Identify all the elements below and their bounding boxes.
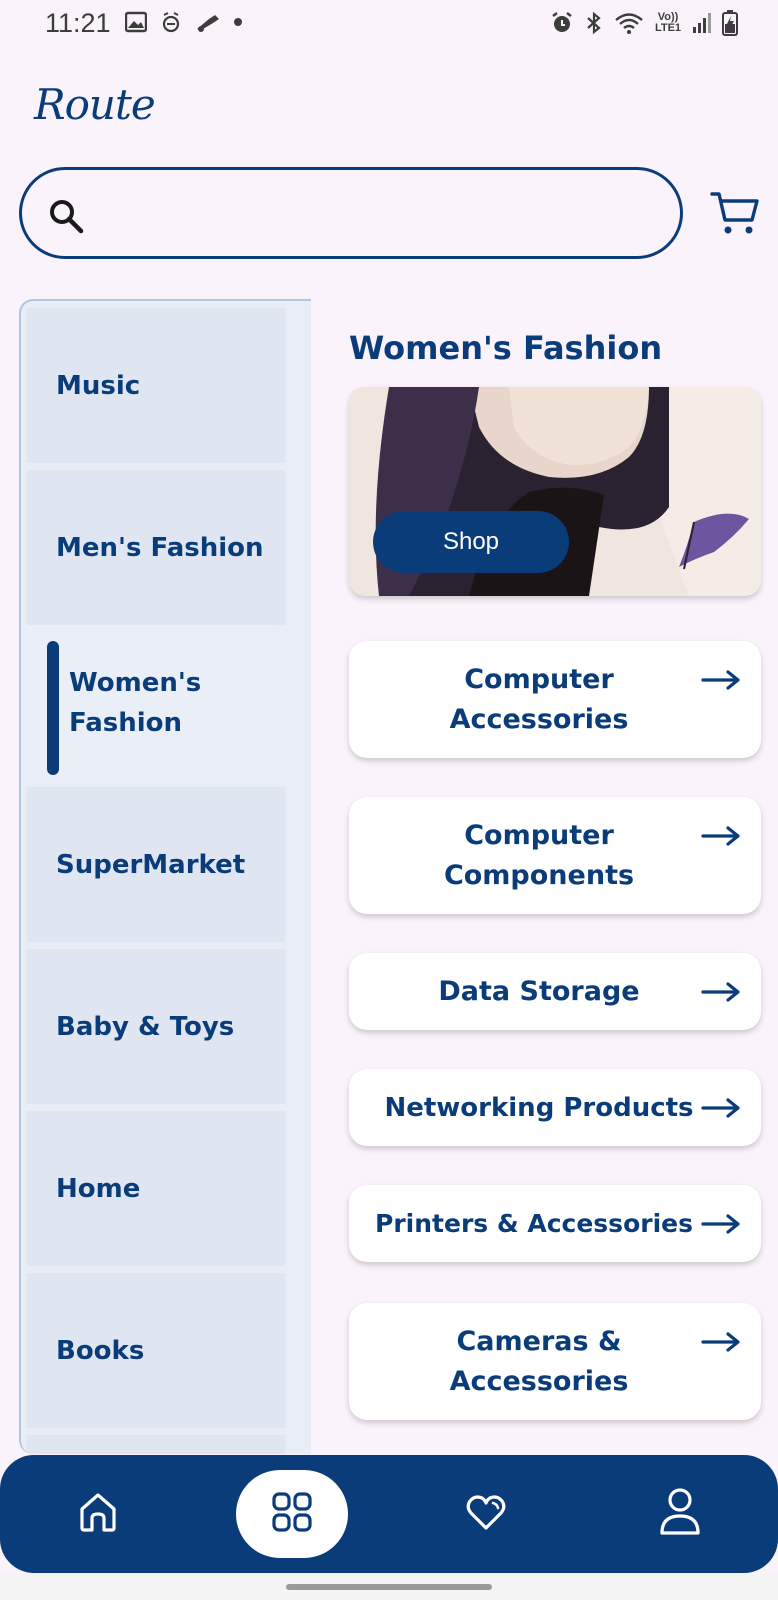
sidebar-item-label: SuperMarket [56, 849, 246, 880]
subcategory-label: Cameras & Accessories [449, 1325, 629, 1397]
image-icon [125, 11, 147, 33]
sidebar-item-label: Men's Fashion [56, 532, 264, 563]
search-icon [46, 196, 86, 240]
subcategory-label: Printers & Accessories [375, 1208, 693, 1238]
app-logo: Route [34, 80, 156, 129]
categories-grid-icon [270, 1490, 314, 1538]
sidebar-item-label: Baby & Toys [56, 1011, 235, 1042]
scooter-icon [195, 11, 221, 33]
arrow-right-icon [701, 1325, 741, 1365]
wifi-icon [614, 11, 644, 35]
home-indicator[interactable] [286, 1584, 492, 1590]
arrow-right-icon [701, 975, 741, 1015]
subcategory-label: Networking Products [384, 1092, 694, 1123]
nav-home-button[interactable] [38, 1455, 158, 1573]
subcategory-label: Computer Components [443, 819, 635, 891]
volte-icon: Vo)) LTE1 [654, 11, 682, 34]
home-icon [76, 1490, 120, 1538]
subcategory-label: Computer Accessories [449, 663, 629, 735]
sidebar-item-womens-fashion[interactable]: Women's Fashion [27, 625, 277, 780]
arrow-right-icon [701, 1091, 741, 1131]
nav-categories-button[interactable] [236, 1470, 348, 1558]
subcategory-panel: Women's Fashion Shop Computer Accessorie… [311, 299, 778, 1454]
sidebar-item-books[interactable]: Books [27, 1273, 285, 1428]
subcategory-card[interactable]: Cameras & Accessories [349, 1303, 761, 1420]
subcategory-card[interactable]: Data Storage [349, 953, 761, 1030]
subcategory-card[interactable]: Printers & Accessories [349, 1185, 761, 1262]
status-right-icons: Vo)) LTE1 [550, 10, 738, 36]
category-sidebar: Music Men's Fashion Women's Fashion Supe… [19, 299, 311, 1454]
active-indicator [47, 641, 59, 775]
search-bar[interactable] [19, 167, 683, 259]
subcategory-label: Data Storage [438, 975, 640, 1007]
cart-button[interactable] [710, 188, 760, 238]
sidebar-item-label: Music [56, 370, 141, 401]
search-input[interactable] [102, 190, 642, 236]
category-banner[interactable]: Shop [349, 387, 761, 596]
status-left-icons [125, 10, 243, 34]
bluetooth-icon [584, 11, 604, 35]
bottom-navigation [0, 1455, 778, 1573]
subcategory-card[interactable]: Networking Products [349, 1069, 761, 1146]
status-time: 11:21 [45, 8, 111, 38]
sidebar-item-supermarket[interactable]: SuperMarket [27, 787, 285, 942]
section-title: Women's Fashion [349, 329, 663, 367]
sidebar-item-home[interactable]: Home [27, 1111, 285, 1266]
subcategory-card[interactable]: Computer Components [349, 797, 761, 914]
battery-icon [722, 10, 738, 36]
cart-icon [710, 192, 760, 242]
arrow-right-icon [701, 663, 741, 703]
arrow-right-icon [701, 1207, 741, 1247]
alarm-icon [550, 11, 574, 35]
subcategory-card[interactable]: Computer Accessories [349, 641, 761, 758]
signal-icon [692, 12, 712, 34]
sidebar-item-music[interactable]: Music [27, 308, 285, 463]
sidebar-item-baby-toys[interactable]: Baby & Toys [27, 949, 285, 1104]
sidebar-item-label: Home [56, 1173, 141, 1204]
arrow-right-icon [701, 819, 741, 859]
heart-icon [464, 1490, 508, 1538]
sidebar-item-label: Books [56, 1335, 145, 1366]
status-bar: 11:21 Vo)) LTE1 [0, 0, 778, 48]
dot-icon [233, 17, 243, 27]
profile-icon [658, 1487, 702, 1541]
nav-profile-button[interactable] [620, 1455, 740, 1573]
sidebar-item-mens-fashion[interactable]: Men's Fashion [27, 470, 285, 625]
sidebar-item-label: Women's Fashion [69, 667, 202, 738]
sidebar-item-partial[interactable] [27, 1435, 285, 1454]
alarm-snooze-icon [159, 10, 183, 34]
shop-button[interactable]: Shop [373, 511, 569, 573]
nav-wishlist-button[interactable] [426, 1455, 546, 1573]
